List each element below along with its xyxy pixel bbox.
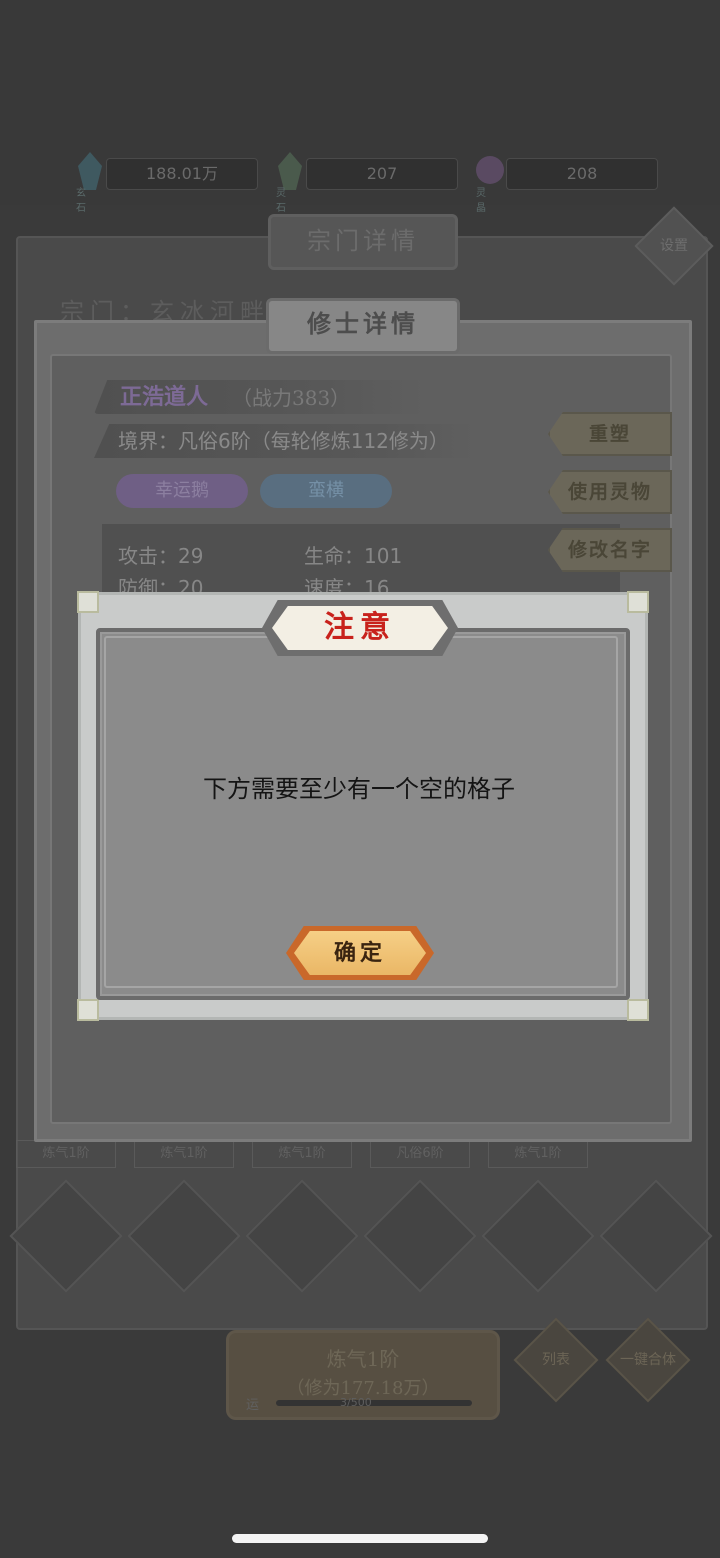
rename-button[interactable]: 修改名字	[548, 528, 672, 572]
realm-tag: 炼气1阶	[16, 1140, 116, 1168]
cultivator-name: 正浩道人	[120, 384, 209, 410]
stat-hp: 生命：101	[304, 544, 403, 568]
cultivator-panel-title: 修士详情	[266, 298, 460, 354]
settings-label: 设置	[660, 238, 688, 254]
resource-caption: 灵晶	[476, 188, 486, 214]
realm-tag-row: 炼气1阶 炼气1阶 炼气1阶 凡俗6阶 炼气1阶	[0, 1140, 720, 1168]
breakthrough-realm: 炼气1阶	[326, 1347, 400, 1371]
dialog-message: 下方需要至少有一个空的格子	[203, 776, 515, 803]
dialog-corner	[77, 591, 99, 613]
resource-value: 188.01万	[106, 158, 258, 190]
realm-tag: 炼气1阶	[134, 1140, 234, 1168]
sect-panel-title: 宗门详情	[268, 214, 458, 270]
use-item-button[interactable]: 使用灵物	[548, 470, 672, 514]
cultivator-realm: 境界：凡俗6阶（每轮修炼112修为）	[118, 429, 449, 453]
list-label: 列表	[542, 1352, 570, 1368]
progress-bar	[276, 1400, 472, 1406]
realm-tag: 炼气1阶	[252, 1140, 352, 1168]
merge-label: 一键合体	[620, 1352, 676, 1368]
merge-button[interactable]: 一键合体	[605, 1317, 691, 1403]
resource-caption: 灵石	[276, 188, 286, 214]
trait-badge: 蛮横	[260, 474, 392, 508]
resource-value: 207	[306, 158, 458, 190]
resource-caption: 玄石	[76, 188, 86, 214]
home-indicator[interactable]	[232, 1534, 488, 1543]
confirm-button[interactable]: 确定	[294, 931, 426, 975]
list-button[interactable]: 列表	[513, 1317, 599, 1403]
dialog-corner	[627, 999, 649, 1021]
realm-tag: 凡俗6阶	[370, 1140, 470, 1168]
cultivator-power: （战力383）	[232, 386, 351, 410]
dialog-corner	[77, 999, 99, 1021]
realm-tag: 炼气1阶	[488, 1140, 588, 1168]
trait-badge: 幸运鹅	[116, 474, 248, 508]
progress-text: 3/500	[340, 1396, 372, 1409]
dialog-title: 注意	[272, 606, 448, 650]
resource-value: 208	[506, 158, 658, 190]
progress-label: 运	[246, 1398, 260, 1413]
dialog-corner	[627, 591, 649, 613]
stat-attack: 攻击：29	[118, 544, 204, 568]
reshape-button[interactable]: 重塑	[548, 412, 672, 456]
